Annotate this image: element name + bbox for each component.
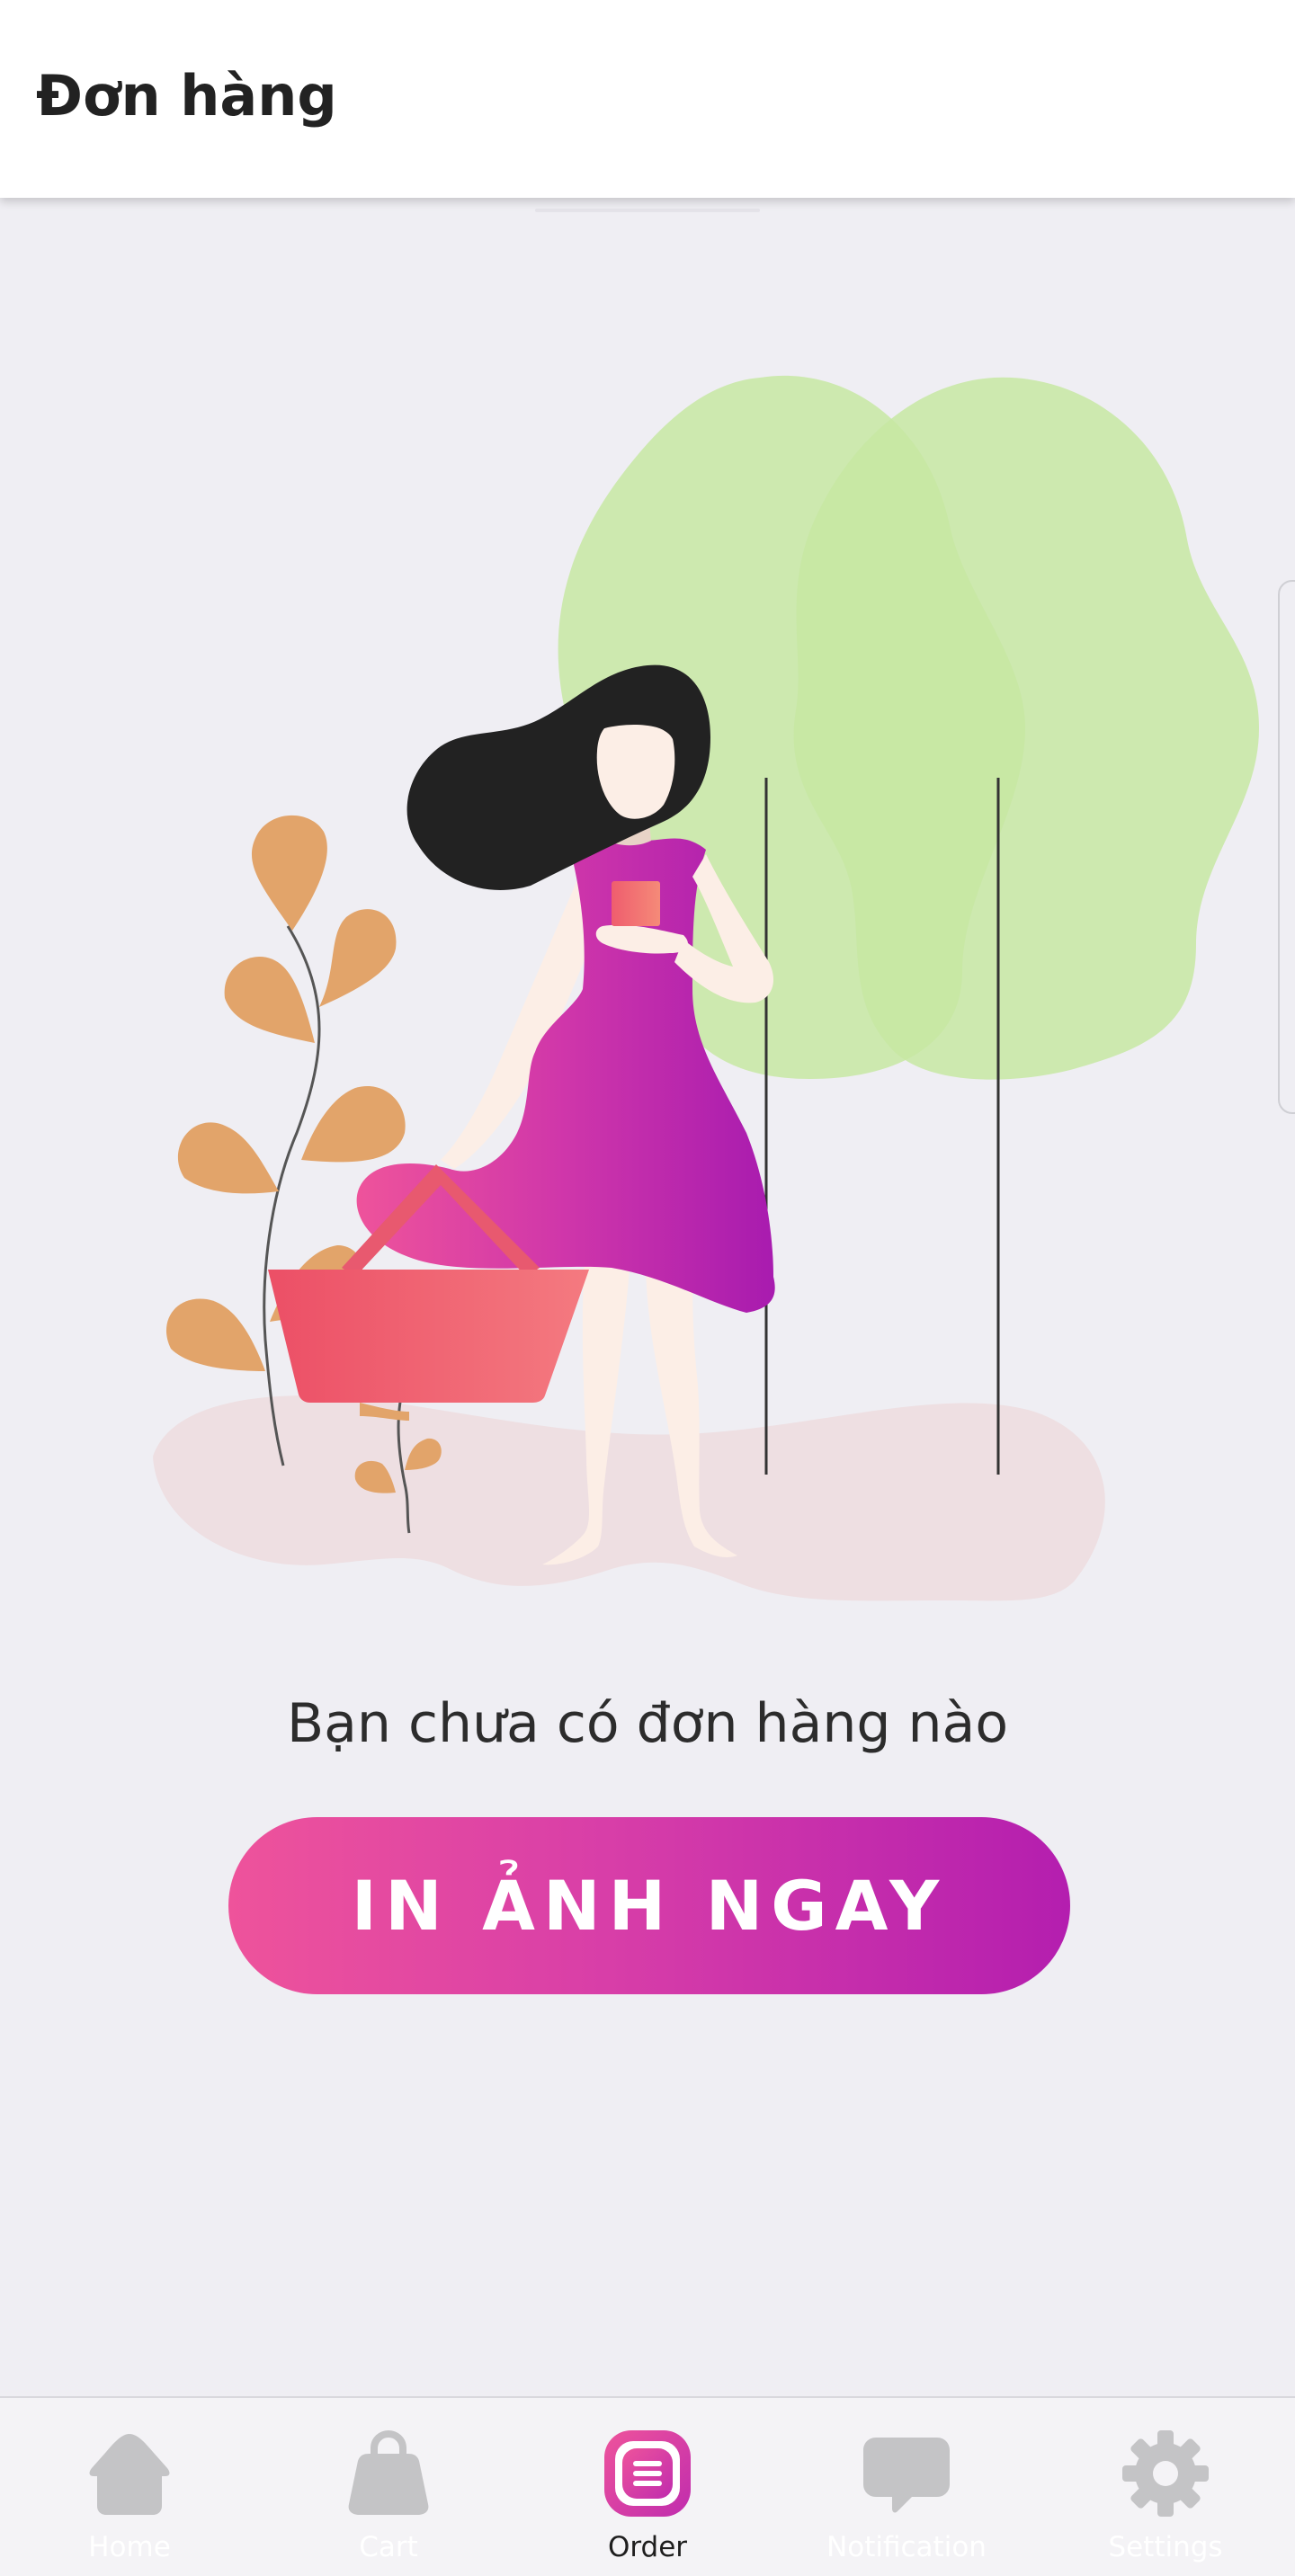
page-title: Đơn hàng xyxy=(36,63,337,129)
home-icon xyxy=(89,2434,170,2515)
nav-item-home[interactable]: Home xyxy=(0,2398,259,2576)
chat-bubble-icon xyxy=(863,2438,950,2513)
gear-icon xyxy=(1122,2430,1209,2517)
empty-orders-illustration xyxy=(153,375,1259,1601)
nav-label-settings: Settings xyxy=(1108,2531,1223,2563)
nav-label-notification: Notification xyxy=(826,2531,987,2563)
shopping-bag-icon xyxy=(348,2429,429,2515)
nav-label-cart: Cart xyxy=(359,2531,418,2563)
empty-state-message: Bạn chưa có đơn hàng nào xyxy=(286,1692,1009,1755)
ground-shape xyxy=(153,1395,1105,1601)
nav-item-order[interactable]: Order xyxy=(518,2398,777,2576)
app-bar: Đơn hàng xyxy=(0,0,1295,198)
print-photo-now-label: IN ẢNH NGAY xyxy=(351,1866,948,1946)
nav-item-settings[interactable]: Settings xyxy=(1036,2398,1295,2576)
print-photo-now-button[interactable]: IN ẢNH NGAY xyxy=(228,1817,1070,1994)
bottom-navigation: Home Cart Order Notification Settings xyxy=(0,2396,1295,2576)
nav-item-cart[interactable]: Cart xyxy=(259,2398,518,2576)
nav-item-notification[interactable]: Notification xyxy=(777,2398,1036,2576)
nav-label-order: Order xyxy=(607,2531,688,2563)
order-list-icon xyxy=(604,2430,691,2517)
nav-label-home: Home xyxy=(88,2531,171,2563)
pull-indicator xyxy=(535,209,760,212)
